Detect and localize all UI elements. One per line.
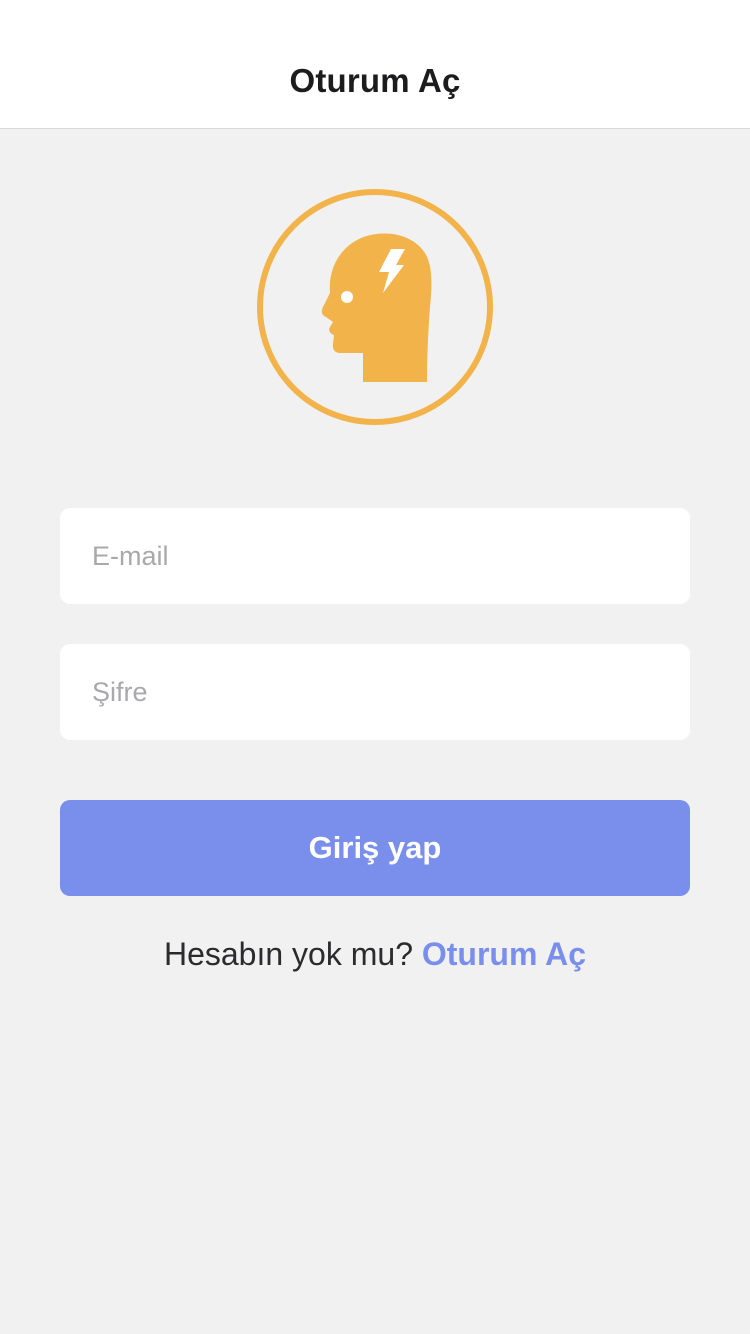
navigation-bar: Oturum Aç — [0, 0, 750, 129]
signup-prompt-text: Hesabın yok mu? — [163, 936, 422, 972]
page-title: Oturum Aç — [289, 62, 461, 99]
login-button[interactable]: Giriş yap — [60, 800, 690, 896]
email-field[interactable] — [60, 508, 690, 604]
email-input[interactable] — [60, 508, 690, 604]
signup-link[interactable]: Oturum Aç — [422, 936, 586, 972]
password-field[interactable] — [60, 644, 690, 740]
signup-prompt-row: Hesabın yok mu? Oturum Aç — [0, 936, 750, 973]
password-input[interactable] — [60, 644, 690, 740]
head-lightning-icon — [255, 187, 495, 427]
